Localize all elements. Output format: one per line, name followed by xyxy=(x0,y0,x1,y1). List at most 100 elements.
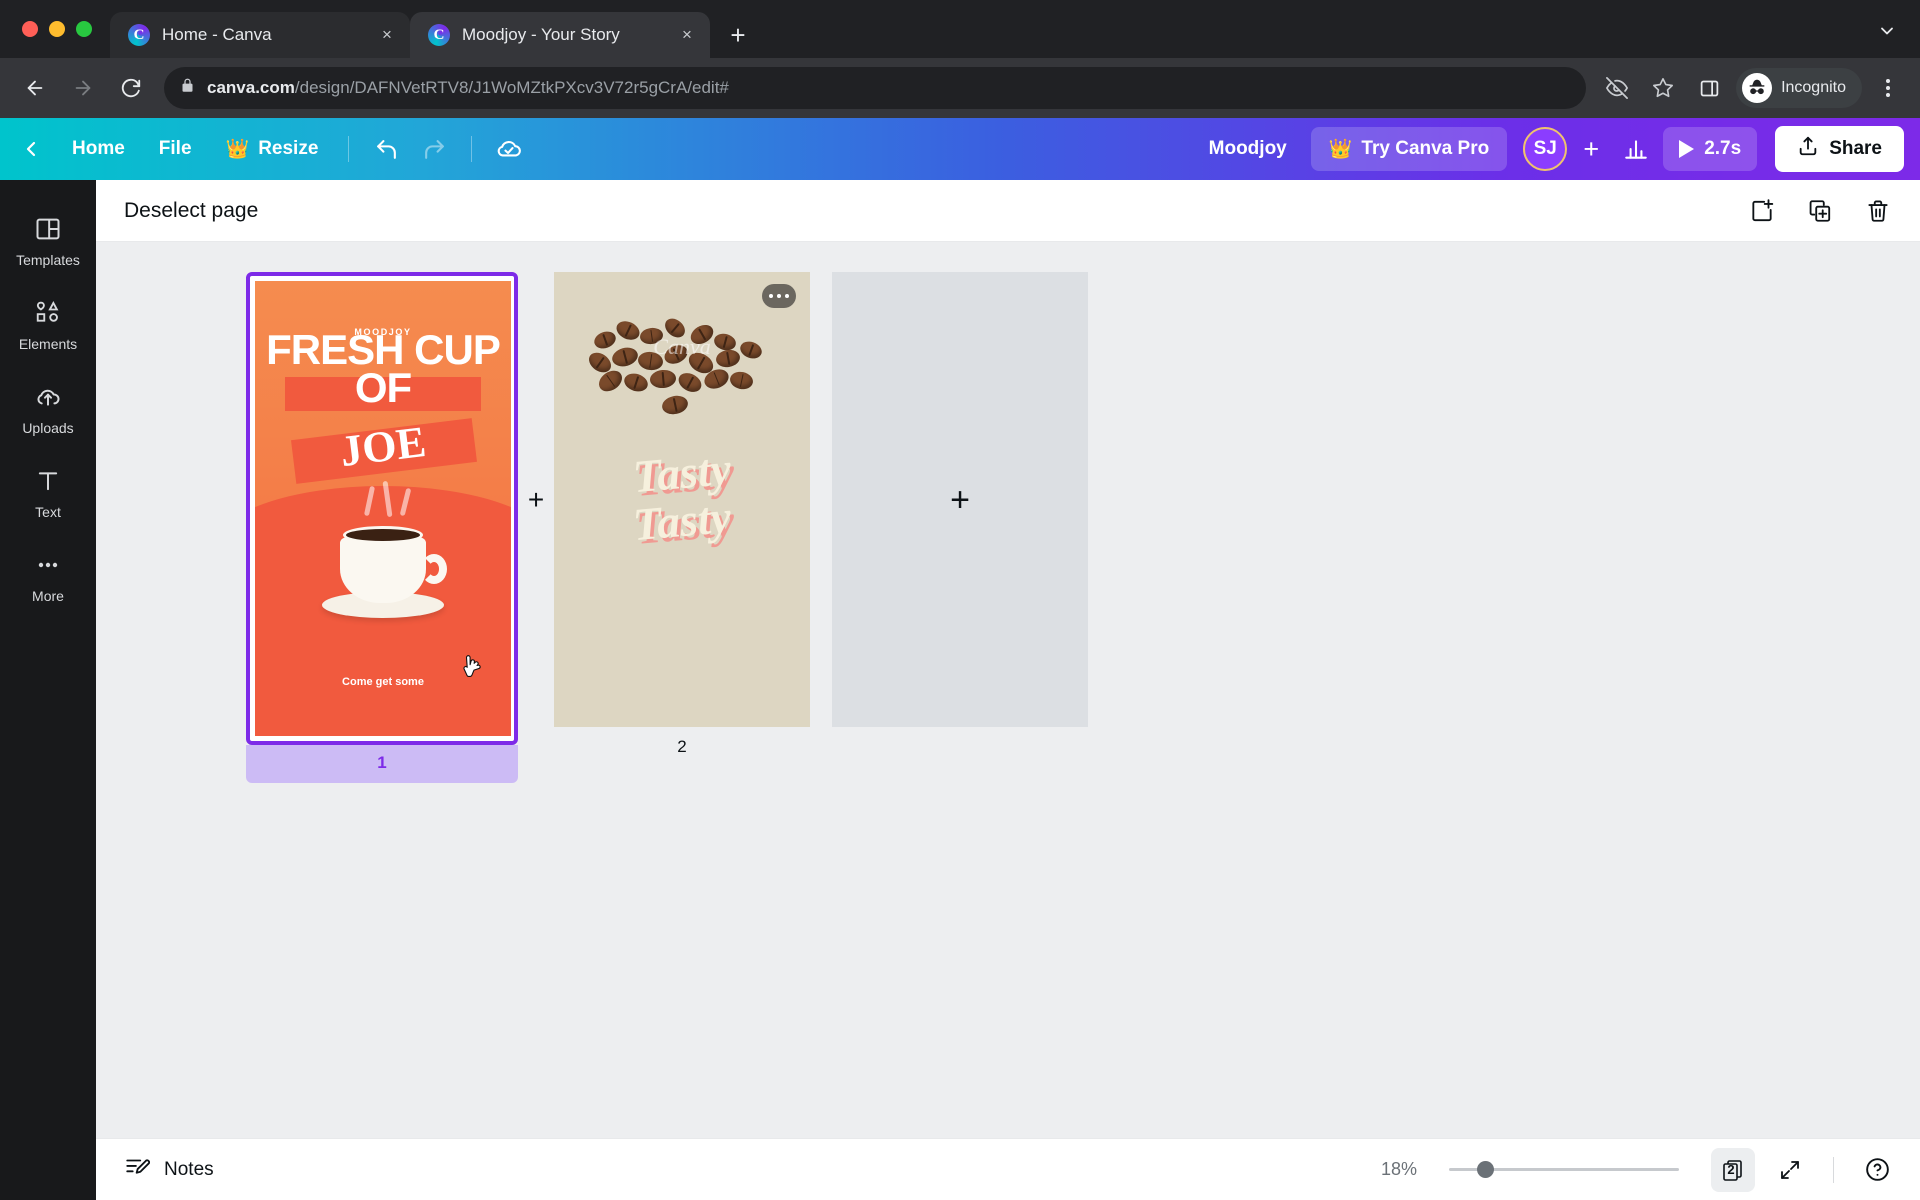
side-panel-icon[interactable] xyxy=(1690,69,1728,107)
browser-toolbar: canva.com/design/DAFNVetRTV8/J1WoMZtkPXc… xyxy=(0,58,1920,118)
resize-button[interactable]: 👑 Resize xyxy=(212,128,333,170)
uploads-cloud-icon xyxy=(34,382,62,412)
sidebar-item-text[interactable]: Text xyxy=(2,454,94,530)
design-headline-line2: OF xyxy=(354,364,412,411)
editor-body: Templates Elements Uploads Text More Des… xyxy=(0,180,1920,1200)
design-headline-line3: JOE xyxy=(337,416,429,477)
share-label: Share xyxy=(1829,138,1882,159)
add-collaborator-button[interactable]: + xyxy=(1573,131,1609,167)
bar-chart-icon[interactable] xyxy=(1615,128,1657,170)
back-icon[interactable] xyxy=(14,67,56,109)
browser-tab-home-canva[interactable]: C Home - Canva × xyxy=(110,12,410,58)
pages-canvas[interactable]: MOODJOY FRESH CUP OF JOE Come get some 1… xyxy=(96,242,1920,1138)
new-tab-button[interactable]: + xyxy=(720,17,756,53)
page-design-1[interactable]: MOODJOY FRESH CUP OF JOE Come get some xyxy=(255,281,511,736)
present-timer-button[interactable]: 2.7s xyxy=(1663,127,1758,171)
zoom-slider-knob[interactable] xyxy=(1477,1161,1494,1178)
close-icon[interactable]: × xyxy=(374,22,400,48)
share-upload-icon xyxy=(1797,135,1819,163)
file-menu-button[interactable]: File xyxy=(145,128,206,170)
divider xyxy=(348,136,350,162)
sidebar-item-label: Text xyxy=(35,504,61,520)
add-page-placeholder[interactable]: + xyxy=(832,272,1088,727)
chevron-down-icon[interactable] xyxy=(1870,14,1904,48)
page-number-label[interactable]: 1 xyxy=(246,745,518,783)
close-icon[interactable]: × xyxy=(674,22,700,48)
page-count-label: 2 xyxy=(1727,1162,1735,1177)
close-window-button[interactable] xyxy=(22,21,38,37)
address-bar[interactable]: canva.com/design/DAFNVetRTV8/J1WoMZtkPXc… xyxy=(164,67,1587,109)
design-cup-body xyxy=(340,537,426,603)
page-number-label[interactable]: 2 xyxy=(554,727,810,757)
page-manager-button[interactable]: 2 xyxy=(1711,1147,1755,1192)
notes-label: Notes xyxy=(164,1158,214,1180)
sidebar-item-label: Uploads xyxy=(22,420,74,436)
tab-strip: C Home - Canva × C Moodjoy - Your Story … xyxy=(0,0,1920,58)
add-page-icon[interactable] xyxy=(1742,191,1782,231)
browser-tab-moodjoy-your-story[interactable]: C Moodjoy - Your Story × xyxy=(410,12,710,58)
try-pro-label: Try Canva Pro xyxy=(1361,138,1490,159)
sidebar-item-uploads[interactable]: Uploads xyxy=(2,370,94,446)
eye-off-icon[interactable] xyxy=(1598,69,1636,107)
bottom-bar: Notes 18% 2 xyxy=(96,1138,1920,1200)
kebab-menu-icon[interactable] xyxy=(1870,70,1906,106)
delete-page-icon[interactable] xyxy=(1858,191,1898,231)
page-thumbnail-2[interactable]: Canva Tasty Tasty 2 xyxy=(554,272,810,757)
toolbar-actions: Incognito xyxy=(1598,68,1906,108)
sidebar-item-label: More xyxy=(32,588,64,604)
url-domain: canva.com xyxy=(207,78,295,97)
page-frame[interactable]: Canva Tasty Tasty xyxy=(554,272,810,727)
sidebar-item-label: Templates xyxy=(16,252,80,268)
canva-app: Home File 👑 Resize Moodjoy 👑 Try Canva P xyxy=(0,118,1920,1200)
sidebar-item-templates[interactable]: Templates xyxy=(2,202,94,278)
try-canva-pro-button[interactable]: 👑 Try Canva Pro xyxy=(1310,127,1508,171)
page-thumbnail-1[interactable]: MOODJOY FRESH CUP OF JOE Come get some 1 xyxy=(246,272,518,783)
page-design-2[interactable]: Canva Tasty Tasty xyxy=(554,272,810,727)
home-button[interactable]: Home xyxy=(58,128,139,170)
canva-icon: C xyxy=(128,24,150,46)
sidebar-item-label: Elements xyxy=(18,336,78,352)
page-selection-frame[interactable]: MOODJOY FRESH CUP OF JOE Come get some xyxy=(246,272,518,745)
templates-icon xyxy=(34,214,62,244)
avatar[interactable]: SJ xyxy=(1523,127,1568,171)
add-page-icon[interactable]: + xyxy=(950,483,970,517)
url-path: /design/DAFNVetRTV8/J1WoMZtkPXcv3V72r5gC… xyxy=(294,78,729,97)
notes-button[interactable]: Notes xyxy=(124,1154,214,1186)
more-options-icon[interactable] xyxy=(762,284,796,308)
add-page-between-button[interactable]: + xyxy=(518,272,554,727)
share-button[interactable]: Share xyxy=(1775,126,1904,172)
maximize-window-button[interactable] xyxy=(76,21,92,37)
star-icon[interactable] xyxy=(1644,69,1682,107)
redo-icon[interactable] xyxy=(413,128,455,170)
sidebar-item-elements[interactable]: Elements xyxy=(2,286,94,362)
profile-label: Incognito xyxy=(1781,79,1846,96)
forward-icon[interactable] xyxy=(62,67,104,109)
zoom-slider[interactable] xyxy=(1449,1158,1679,1182)
more-dots-icon xyxy=(34,550,62,580)
profile-chip[interactable]: Incognito xyxy=(1736,68,1862,108)
sidebar-item-more[interactable]: More xyxy=(2,538,94,614)
tab-title: Home - Canva xyxy=(162,25,272,44)
empty-page-drop-area[interactable]: + xyxy=(832,272,1088,727)
help-question-icon[interactable] xyxy=(1856,1149,1898,1191)
duplicate-page-icon[interactable] xyxy=(1800,191,1840,231)
chevron-left-icon[interactable] xyxy=(10,128,52,170)
deselect-page-button[interactable]: Deselect page xyxy=(124,199,258,223)
resize-label: Resize xyxy=(258,138,319,159)
tab-title: Moodjoy - Your Story xyxy=(462,25,620,44)
cloud-check-icon[interactable] xyxy=(488,128,530,170)
undo-icon[interactable] xyxy=(365,128,407,170)
divider xyxy=(1833,1156,1834,1183)
canvas-column: Deselect page MOODJOY FRESH CUP OF JOE C… xyxy=(96,180,1920,1200)
reload-icon[interactable] xyxy=(110,67,152,109)
expand-icon[interactable] xyxy=(1769,1149,1811,1191)
zoom-level-label: 18% xyxy=(1380,1159,1417,1179)
canva-icon: C xyxy=(428,24,450,46)
divider xyxy=(471,136,473,162)
design-watermark: Canva xyxy=(653,334,711,359)
minimize-window-button[interactable] xyxy=(49,21,65,37)
design-title[interactable]: Moodjoy xyxy=(1191,138,1305,160)
pages-row: MOODJOY FRESH CUP OF JOE Come get some 1… xyxy=(96,242,1920,783)
lock-icon xyxy=(180,78,195,98)
browser-window: C Home - Canva × C Moodjoy - Your Story … xyxy=(0,0,1920,1200)
